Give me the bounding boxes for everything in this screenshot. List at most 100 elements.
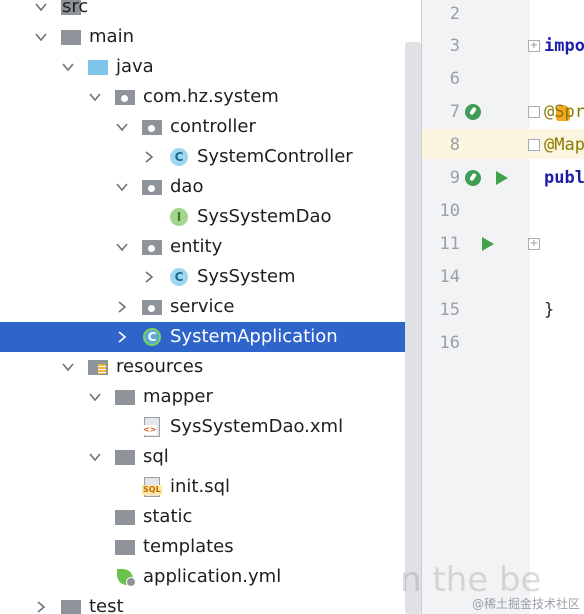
gutter-line: 14	[422, 262, 530, 292]
run-icon[interactable]	[478, 234, 498, 254]
package-icon	[141, 172, 163, 202]
gutter-line: 7	[422, 97, 530, 127]
run-icon[interactable]	[492, 168, 512, 188]
package-icon	[141, 292, 163, 322]
tree-item-static[interactable]: static	[0, 502, 421, 532]
tree-item-mapper[interactable]: mapper	[0, 382, 421, 412]
code-line[interactable]: @Spr	[544, 97, 584, 127]
chevron-right-icon[interactable]	[115, 322, 129, 352]
gutter-line: 16	[422, 328, 530, 358]
tree-item-label: dao	[170, 176, 204, 197]
spring-boot-app-icon: C	[141, 322, 163, 352]
chevron-down-icon[interactable]	[115, 112, 129, 142]
package-icon	[141, 232, 163, 262]
code-line[interactable]: impo	[544, 31, 584, 61]
chevron-down-icon[interactable]	[61, 52, 75, 82]
tree-item-label: sql	[143, 446, 169, 467]
fold-expand-icon[interactable]: +	[528, 40, 540, 52]
tree-item-label: resources	[116, 356, 204, 377]
package-icon	[141, 112, 163, 142]
fold-marker-icon[interactable]	[528, 106, 540, 118]
overlay-text: n the be	[400, 560, 542, 600]
tree-item-java[interactable]: java	[0, 52, 421, 82]
fold-marker-icon[interactable]	[528, 139, 540, 151]
chevron-down-icon[interactable]	[88, 82, 102, 112]
tree-scrollbar[interactable]	[405, 42, 421, 614]
chevron-right-icon[interactable]	[142, 262, 156, 292]
spring-bean-icon[interactable]	[463, 168, 483, 188]
tree-item-test[interactable]: test	[0, 592, 421, 614]
tree-item-main[interactable]: main	[0, 22, 421, 52]
watermark: @稀土掘金技术社区	[471, 597, 580, 611]
class-icon: C	[168, 262, 190, 292]
tree-item-label: src	[62, 0, 89, 17]
spring-bean-icon[interactable]	[463, 102, 483, 122]
chevron-right-icon[interactable]	[142, 142, 156, 172]
gutter-line: 11	[422, 229, 530, 259]
tree-item-label: SysSystemDao	[197, 206, 332, 227]
tree-item-application-yml[interactable]: application.yml	[0, 562, 421, 592]
source-folder-icon	[87, 52, 109, 82]
tree-item-syssystemdao[interactable]: I SysSystemDao	[0, 202, 421, 232]
folder-icon	[60, 22, 82, 52]
tree-item-resources[interactable]: resources	[0, 352, 421, 382]
chevron-right-icon[interactable]	[34, 592, 48, 614]
tree-item-label: SystemController	[197, 146, 353, 167]
code-line[interactable]: publ	[544, 163, 584, 193]
gutter-line: 2	[422, 0, 530, 29]
chevron-down-icon[interactable]	[88, 382, 102, 412]
folder-icon	[114, 532, 136, 562]
tree-item-templates[interactable]: templates	[0, 532, 421, 562]
tree-item-service[interactable]: service	[0, 292, 421, 322]
fold-expand-icon[interactable]: +	[528, 238, 540, 250]
gutter-line: 10	[422, 196, 530, 226]
line-number: 2	[449, 4, 460, 24]
tree-item-label: main	[89, 26, 134, 47]
folder-icon	[60, 592, 82, 614]
gutter-line: 15	[422, 295, 530, 325]
tree-item-label: SystemApplication	[170, 326, 338, 347]
chevron-down-icon[interactable]	[34, 0, 48, 22]
tree-item-syssystemdao-xml[interactable]: <> SysSystemDao.xml	[0, 412, 421, 442]
folder-icon	[114, 442, 136, 472]
spring-config-icon	[114, 562, 136, 592]
code-line[interactable]: }	[544, 295, 554, 325]
tree-item-init-sql[interactable]: SQL init.sql	[0, 472, 421, 502]
line-number: 16	[439, 333, 460, 353]
tree-item-label: java	[116, 56, 154, 77]
chevron-right-icon[interactable]	[115, 292, 129, 322]
resources-folder-icon	[87, 352, 109, 382]
code-area[interactable]	[530, 0, 584, 614]
tree-item-controller[interactable]: controller	[0, 112, 421, 142]
tree-item-label: controller	[170, 116, 256, 137]
tree-item-label: test	[89, 596, 124, 614]
tree-item-systemcontroller[interactable]: C SystemController	[0, 142, 421, 172]
line-number: 6	[449, 69, 460, 89]
tree-item-syssystem[interactable]: C SysSystem	[0, 262, 421, 292]
tree-item-label: templates	[143, 536, 234, 557]
line-number: 7	[449, 102, 460, 122]
chevron-down-icon[interactable]	[115, 232, 129, 262]
chevron-down-icon[interactable]	[88, 442, 102, 472]
line-number: 10	[439, 201, 460, 221]
sql-file-icon: SQL	[141, 472, 163, 502]
tree-item-label: SysSystemDao.xml	[170, 416, 344, 437]
tree-item-label: mapper	[143, 386, 213, 407]
code-line[interactable]: @Map	[544, 130, 584, 160]
tree-item-entity[interactable]: entity	[0, 232, 421, 262]
tree-item-dao[interactable]: dao	[0, 172, 421, 202]
tree-item-src[interactable]: src	[0, 0, 421, 22]
tree-item-label: service	[170, 296, 235, 317]
tree-item-sql[interactable]: sql	[0, 442, 421, 472]
tree-item-label: application.yml	[143, 566, 282, 587]
line-number: 9	[449, 168, 460, 188]
tree-item-label: entity	[170, 236, 223, 257]
chevron-down-icon[interactable]	[34, 22, 48, 52]
tree-item-com-hz-system[interactable]: com.hz.system	[0, 82, 421, 112]
gutter-line: 8	[422, 130, 530, 160]
chevron-down-icon[interactable]	[61, 352, 75, 382]
xml-file-icon: <>	[141, 412, 163, 442]
tree-item-systemapplication[interactable]: C SystemApplication	[0, 322, 421, 352]
chevron-down-icon[interactable]	[115, 172, 129, 202]
folder-icon	[114, 382, 136, 412]
